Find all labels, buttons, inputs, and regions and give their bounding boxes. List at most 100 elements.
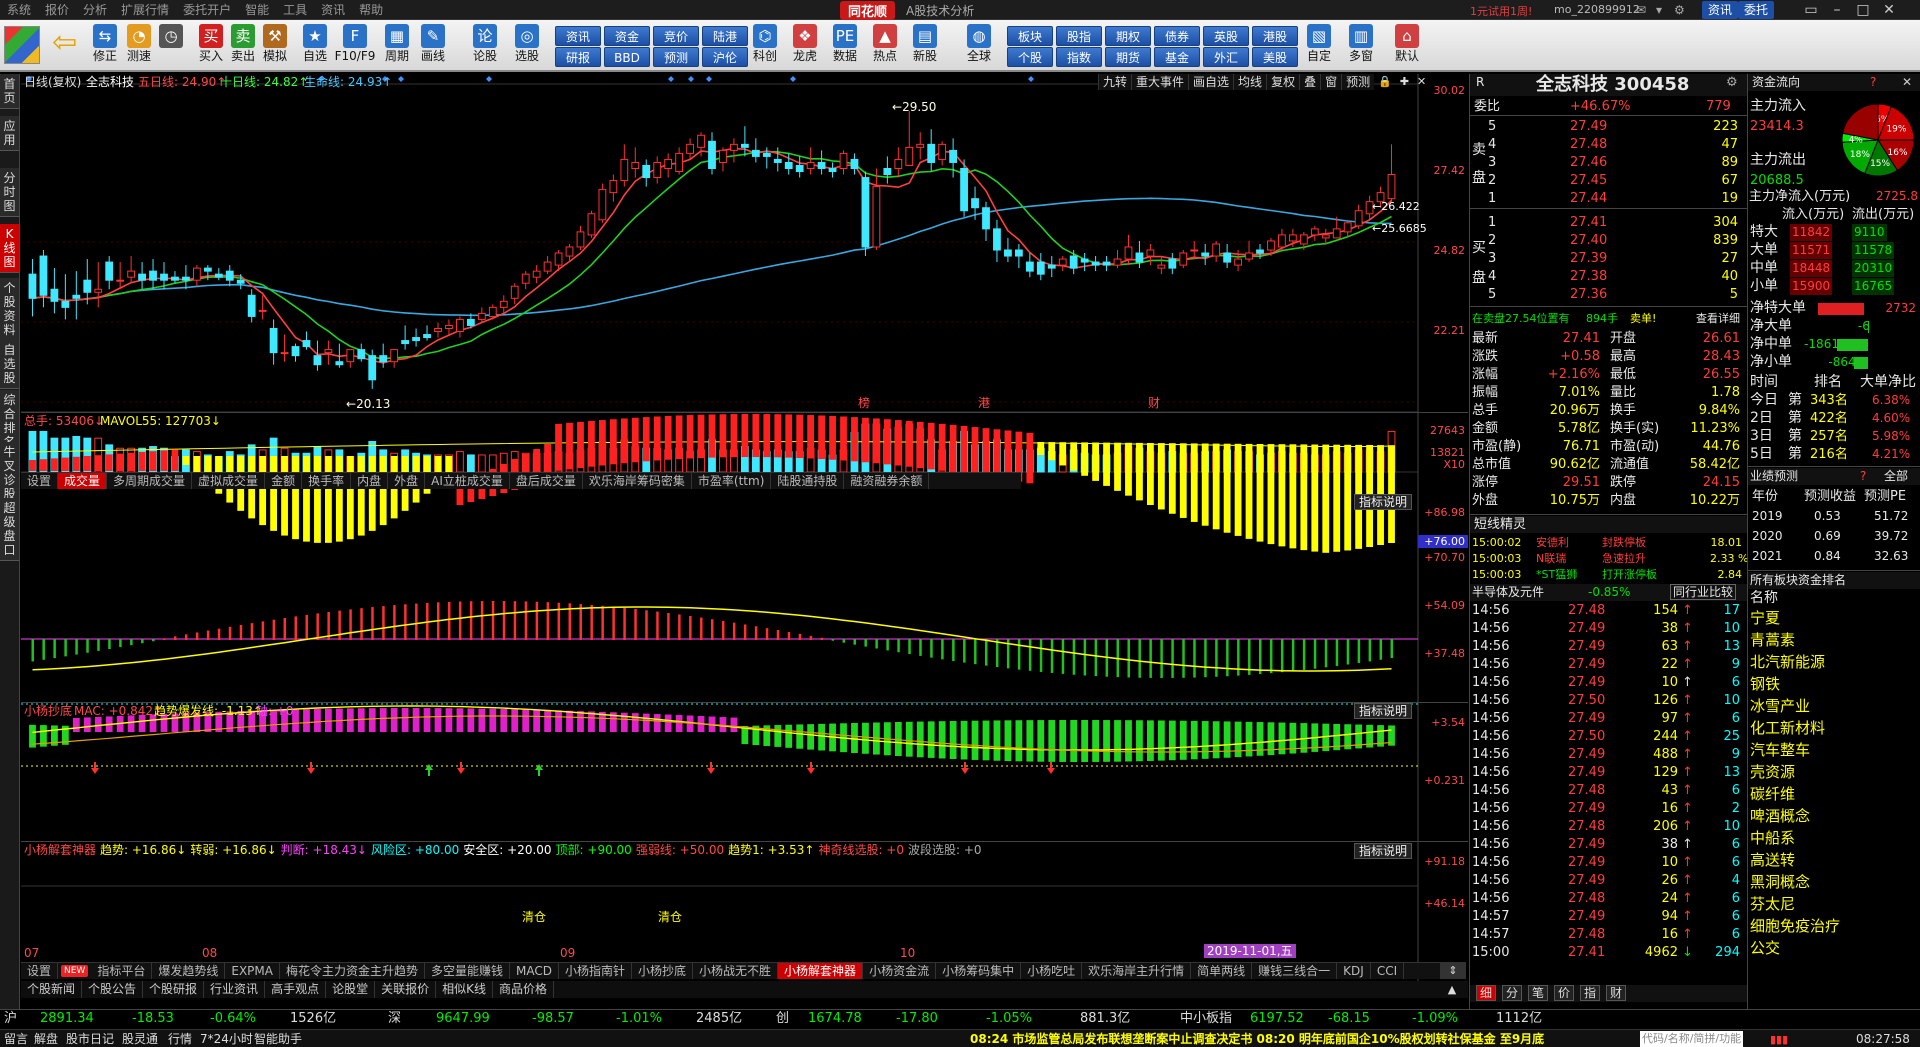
indicator-tab[interactable]: 欢乐海岸主升行情	[1082, 963, 1192, 979]
candle[interactable]	[664, 153, 673, 178]
status-link[interactable]: 股市日记	[66, 1031, 114, 1047]
candle[interactable]	[1080, 253, 1089, 272]
candle[interactable]	[390, 349, 399, 368]
volume-tab[interactable]: 金额	[265, 473, 303, 489]
quote-tab[interactable]: 指	[1580, 985, 1601, 1001]
candle[interactable]	[905, 111, 914, 166]
index-ticker-value[interactable]: 中小板指	[1180, 1010, 1232, 1027]
draw-button[interactable]: ✎ 画线	[418, 22, 448, 70]
indicator-tab[interactable]: 小杨资金流	[863, 963, 937, 979]
candle[interactable]	[379, 343, 388, 368]
sector-rank-item[interactable]: 冰雪产业	[1750, 698, 1810, 715]
sector-rank-item[interactable]: 壳资源	[1750, 764, 1795, 781]
candle[interactable]	[225, 265, 234, 287]
candle[interactable]	[949, 138, 958, 178]
code-search-input[interactable]: 代码/名称/简拼/功能	[1640, 1031, 1744, 1047]
candle[interactable]	[993, 219, 1001, 263]
candle[interactable]	[675, 147, 684, 175]
toolbar-link-button[interactable]: 期权	[1105, 26, 1151, 46]
hammer-button[interactable]: ⚒ 模拟	[260, 22, 290, 70]
kline-mark-gang[interactable]: 港	[978, 396, 990, 410]
index-ticker-value[interactable]: 创	[776, 1010, 789, 1027]
status-link[interactable]: 留言	[4, 1031, 28, 1047]
quote-tab[interactable]: 笔	[1528, 985, 1549, 1001]
candle[interactable]	[620, 144, 629, 187]
candle[interactable]	[960, 159, 968, 217]
candle[interactable]	[127, 256, 136, 284]
volume-tab[interactable]: 欢乐海岸筹码密集	[583, 473, 692, 489]
candle[interactable]	[708, 132, 716, 175]
candle[interactable]	[1179, 250, 1188, 269]
sector-rank-item[interactable]: 芬太尼	[1750, 896, 1795, 913]
restore-icon[interactable]: ▭	[1798, 0, 1824, 20]
f10-button[interactable]: F F10/F9	[335, 22, 375, 70]
candle[interactable]	[477, 307, 486, 323]
candle[interactable]	[510, 283, 519, 305]
news-tab[interactable]: 论股堂	[326, 981, 376, 998]
alert-stock[interactable]: N联瑞	[1536, 550, 1566, 567]
candle[interactable]	[631, 147, 640, 178]
toolbar-link-button[interactable]: 股指	[1056, 26, 1102, 46]
user-id[interactable]: mo_220899912	[1554, 3, 1640, 16]
weituo-button[interactable]: 委托	[1738, 1, 1775, 19]
toolbar-link-button[interactable]: 外汇	[1203, 47, 1249, 67]
indicator-tab[interactable]: 多空量能赚钱	[425, 963, 511, 979]
volume-tab[interactable]: AI立桩成交量	[425, 473, 510, 489]
news-tab[interactable]: 相似K线	[436, 981, 493, 998]
refresh-button[interactable]: ⇆ 修正	[90, 22, 120, 70]
news-tab[interactable]: 个股新闻	[21, 981, 83, 998]
toolbar-link-button[interactable]: 沪伦	[702, 47, 748, 67]
sector-rank-item[interactable]: 细胞免疫治疗	[1750, 918, 1840, 935]
gift-icon[interactable]: ✉	[1636, 3, 1646, 17]
kline-tool[interactable]: 复权	[1266, 74, 1300, 90]
candle[interactable]	[61, 274, 70, 320]
kline-period[interactable]: 日线(复权)	[24, 75, 81, 89]
globe-button[interactable]: ◍ 全球	[964, 22, 994, 70]
news-tab[interactable]: 高手观点	[265, 981, 327, 998]
layout-icon[interactable]	[4, 26, 40, 64]
candle[interactable]	[434, 322, 442, 338]
candle[interactable]	[598, 183, 607, 223]
kline-tool[interactable]: 均线	[1233, 74, 1267, 90]
move-icon[interactable]: ✚	[1396, 74, 1413, 90]
period-button[interactable]: ▦ 周期	[382, 22, 412, 70]
kline-tool[interactable]: 叠	[1299, 74, 1321, 90]
candle[interactable]	[456, 316, 464, 338]
candle[interactable]	[1047, 256, 1056, 278]
side-nav-item[interactable]: 应用	[0, 116, 19, 151]
volume-tab[interactable]: 外盘	[388, 473, 426, 489]
event-marker[interactable]	[668, 76, 674, 82]
candle[interactable]	[1278, 228, 1286, 250]
candle[interactable]	[883, 156, 892, 184]
settings-gear-icon[interactable]: ⚙	[1726, 74, 1738, 91]
candle[interactable]	[839, 150, 848, 175]
candle[interactable]	[72, 271, 81, 320]
zixun-button[interactable]: 资讯	[1702, 1, 1739, 19]
indicator-tab[interactable]: KDJ	[1337, 963, 1371, 979]
index-ticker-value[interactable]: 沪	[4, 1010, 17, 1027]
menu-item[interactable]: 智能	[238, 1, 276, 18]
candle[interactable]	[642, 159, 651, 187]
kline-tool[interactable]: 预测	[1341, 74, 1375, 90]
sector-rank-item[interactable]: 中船系	[1750, 830, 1795, 847]
home-button[interactable]: ⌂ 默认	[1392, 22, 1422, 70]
candle[interactable]	[138, 262, 146, 290]
menu-item[interactable]: 委托开户	[176, 1, 238, 18]
candle[interactable]	[291, 343, 300, 362]
toolbar-link-button[interactable]: 英股	[1203, 26, 1249, 46]
maximize-icon[interactable]: □	[1850, 0, 1876, 20]
kc-button[interactable]: ⌬ 科创	[750, 22, 780, 70]
settings-icon[interactable]: ⚙	[1674, 3, 1685, 17]
candle[interactable]	[521, 271, 530, 290]
lh-button[interactable]: ❖ 龙虎	[790, 22, 820, 70]
side-nav-item[interactable]: 超级盘口	[0, 498, 19, 561]
candle[interactable]	[730, 138, 738, 163]
side-nav-item[interactable]: 牛叉诊股	[0, 442, 19, 505]
clock-button[interactable]: ◷	[156, 22, 186, 70]
candle[interactable]	[916, 132, 925, 160]
toolbar-link-button[interactable]: 港股	[1252, 26, 1298, 46]
candle[interactable]	[368, 349, 377, 389]
candle[interactable]	[850, 153, 859, 175]
candle[interactable]	[94, 262, 103, 308]
candle[interactable]	[532, 265, 541, 284]
